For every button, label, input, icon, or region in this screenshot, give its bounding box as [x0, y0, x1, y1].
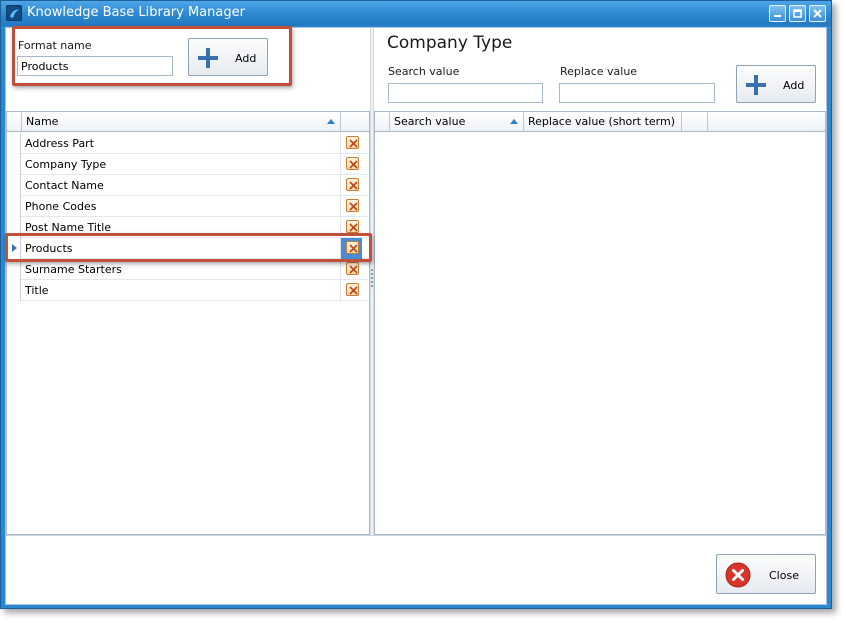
name-cell[interactable]: Products [25, 242, 73, 255]
delete-row-button[interactable] [346, 178, 359, 191]
row-indicator-header [7, 112, 22, 131]
list-item[interactable]: Contact Name [7, 175, 369, 196]
app-window: Knowledge Base Library Manager Format na… [0, 0, 832, 609]
sort-ascending-icon [327, 119, 335, 124]
row-indicator-header [375, 112, 390, 131]
current-row-arrow-icon [12, 244, 17, 252]
delete-row-button[interactable] [346, 136, 359, 149]
x-icon [349, 202, 358, 211]
names-grid: Name Address Part Company Type Contact Nam… [6, 111, 370, 535]
delete-cell [340, 154, 362, 175]
footer-bar: Close [6, 535, 826, 604]
minimize-button[interactable] [769, 5, 786, 22]
row-indicator[interactable] [7, 175, 21, 196]
delete-row-button[interactable] [346, 241, 359, 254]
name-cell[interactable]: Address Part [25, 137, 94, 150]
close-button[interactable]: Close [716, 554, 816, 594]
x-icon [349, 181, 358, 190]
delete-cell [340, 133, 362, 154]
name-cell[interactable]: Post Name Title [25, 221, 111, 234]
search-value-input[interactable] [388, 83, 543, 103]
names-grid-header: Name [7, 112, 369, 132]
row-indicator[interactable] [7, 280, 21, 301]
delete-cell [340, 280, 362, 301]
replace-value-column-label: Replace value (short term) [528, 115, 676, 128]
replacements-grid-header: Search value Replace value (short term) [375, 112, 825, 132]
x-icon [349, 286, 358, 295]
add-replacement-button[interactable]: Add [736, 65, 816, 103]
row-indicator[interactable] [7, 217, 21, 238]
format-name-input[interactable] [17, 56, 173, 76]
list-item[interactable]: Title [7, 280, 369, 301]
detail-title: Company Type [387, 33, 513, 53]
client-area: Format name Add Name Address Part Company… [5, 26, 827, 605]
row-indicator[interactable] [7, 133, 21, 154]
delete-row-button[interactable] [346, 220, 359, 233]
row-indicator[interactable] [7, 259, 21, 280]
name-cell[interactable]: Surname Starters [25, 263, 122, 276]
maximize-button[interactable] [789, 5, 806, 22]
delete-cell [340, 238, 362, 259]
plus-icon [198, 48, 218, 68]
list-item[interactable]: Post Name Title [7, 217, 369, 238]
list-item[interactable]: Company Type [7, 154, 369, 175]
name-column-header[interactable]: Name [22, 112, 341, 131]
name-cell[interactable]: Contact Name [25, 179, 104, 192]
window-title: Knowledge Base Library Manager [27, 5, 245, 20]
search-value-column-header[interactable]: Search value [390, 112, 524, 131]
add-format-button[interactable]: Add [188, 38, 268, 76]
name-cell[interactable]: Title [25, 284, 49, 297]
add-format-label: Add [235, 52, 257, 65]
splitter-grip [371, 269, 373, 289]
list-item[interactable]: Address Part [7, 133, 369, 154]
replace-value-input[interactable] [559, 83, 715, 103]
app-logo-icon [6, 5, 22, 21]
close-label: Close [769, 569, 799, 582]
format-name-label: Format name [18, 39, 92, 52]
delete-cell [340, 175, 362, 196]
delete-row-button[interactable] [346, 157, 359, 170]
close-circle-icon [725, 562, 751, 588]
list-item[interactable]: Surname Starters [7, 259, 369, 280]
search-value-label: Search value [388, 65, 460, 78]
x-icon [349, 160, 358, 169]
replace-value-label: Replace value [560, 65, 638, 78]
add-replacement-label: Add [783, 79, 805, 92]
sort-ascending-icon [510, 119, 518, 124]
replacements-grid: Search value Replace value (short term) [374, 111, 826, 535]
delete-cell [340, 259, 362, 280]
row-indicator[interactable] [7, 154, 21, 175]
empty-column-header [682, 112, 708, 131]
replace-value-column-header[interactable]: Replace value (short term) [524, 112, 682, 131]
row-indicator[interactable] [7, 238, 21, 259]
delete-row-button[interactable] [346, 262, 359, 275]
row-indicator[interactable] [7, 196, 21, 217]
delete-row-button[interactable] [346, 199, 359, 212]
list-item[interactable]: Products [7, 238, 369, 259]
delete-cell [340, 196, 362, 217]
title-bar[interactable]: Knowledge Base Library Manager [1, 1, 831, 26]
plus-icon [746, 75, 766, 95]
name-cell[interactable]: Company Type [25, 158, 106, 171]
x-icon [349, 265, 358, 274]
search-value-column-label: Search value [394, 115, 466, 128]
list-item[interactable]: Phone Codes [7, 196, 369, 217]
x-icon [349, 244, 358, 253]
close-window-button[interactable] [809, 5, 826, 22]
delete-cell [340, 217, 362, 238]
format-panel: Format name Add [6, 28, 370, 110]
x-icon [349, 223, 358, 232]
name-cell[interactable]: Phone Codes [25, 200, 96, 213]
x-icon [349, 139, 358, 148]
name-column-label: Name [26, 115, 59, 128]
delete-row-button[interactable] [346, 283, 359, 296]
